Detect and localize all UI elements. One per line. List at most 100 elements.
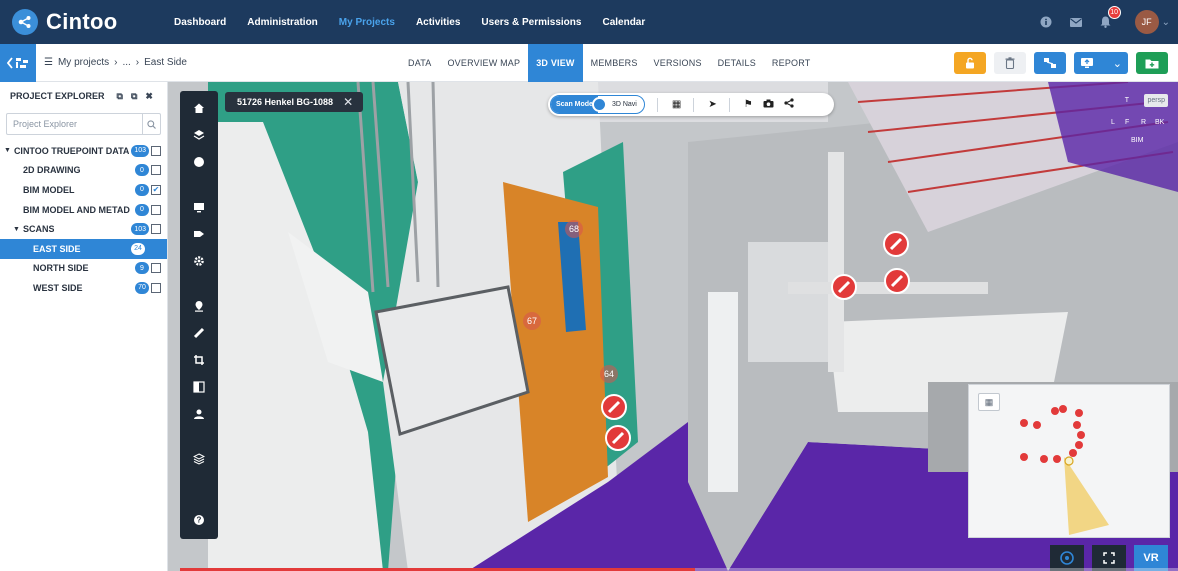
visibility-checkbox[interactable] bbox=[151, 282, 161, 293]
explorer-search-input[interactable]: Project Explorer bbox=[6, 113, 161, 135]
chevron-right-icon: › bbox=[135, 57, 140, 68]
caret-down-icon[interactable]: ▼ bbox=[13, 226, 20, 233]
view-back-button[interactable]: BK bbox=[1152, 116, 1167, 129]
scan-mode-label[interactable]: Scan Mode bbox=[551, 96, 598, 113]
tab-overview-map[interactable]: OVERVIEW MAP bbox=[439, 44, 528, 82]
flashlight-icon[interactable] bbox=[180, 225, 218, 243]
flag-icon[interactable]: ⚑ bbox=[744, 99, 753, 110]
toolbar-divider bbox=[693, 97, 695, 112]
visibility-checkbox[interactable] bbox=[151, 165, 161, 176]
tree-item-scans[interactable]: ▼ SCANS 103 bbox=[0, 219, 167, 239]
home-icon[interactable] bbox=[180, 99, 218, 117]
count-badge: 24 bbox=[131, 242, 145, 255]
annotation-marker[interactable] bbox=[884, 268, 910, 294]
tree-item-label: WEST SIDE bbox=[33, 282, 83, 293]
3d-navi-label[interactable]: 3D Navi bbox=[607, 101, 644, 108]
share-network-button[interactable] bbox=[1034, 52, 1066, 74]
nav-my-projects[interactable]: My Projects bbox=[339, 17, 395, 28]
annotation-marker[interactable] bbox=[831, 274, 857, 300]
minimap[interactable]: ▦ bbox=[968, 384, 1170, 538]
annotation-marker[interactable] bbox=[605, 425, 631, 451]
annotation-marker[interactable] bbox=[601, 394, 627, 420]
view-top-button[interactable]: T bbox=[1122, 94, 1132, 107]
nav-administration[interactable]: Administration bbox=[247, 17, 318, 28]
back-toggle-explorer-button[interactable] bbox=[0, 43, 36, 82]
project-actions: ⌄ bbox=[946, 52, 1168, 74]
info-icon[interactable] bbox=[1039, 15, 1053, 29]
project-toolbar: ☰ My projects › ... › East Side DATA OVE… bbox=[0, 43, 1178, 82]
duplicate-icon[interactable]: ⧉ bbox=[131, 91, 137, 102]
tab-data[interactable]: DATA bbox=[400, 44, 439, 82]
caret-down-icon[interactable]: ▼ bbox=[4, 147, 11, 154]
upload-dropdown-button[interactable]: ⌄ bbox=[1074, 52, 1128, 74]
perspective-toggle[interactable]: persp bbox=[1144, 94, 1168, 107]
tree-item-2d-drawing[interactable]: 2D DRAWING 0 bbox=[0, 161, 167, 181]
tree-item-west-side[interactable]: WEST SIDE 70 bbox=[0, 278, 167, 298]
main-nav: Dashboard Administration My Projects Act… bbox=[174, 17, 666, 28]
tab-versions[interactable]: VERSIONS bbox=[646, 44, 710, 82]
tree-item-bim-model-and-metadata[interactable]: BIM MODEL AND METAD 0 bbox=[0, 200, 167, 220]
unlock-button[interactable] bbox=[954, 52, 986, 74]
close-icon[interactable]: ✖ bbox=[145, 91, 153, 102]
cursor-select-icon[interactable]: ➤ bbox=[708, 99, 716, 110]
mail-icon[interactable] bbox=[1069, 15, 1083, 29]
location-pin-icon[interactable] bbox=[180, 297, 218, 315]
active-scan-chip: 51726 Henkel BG-1088 ✕ bbox=[225, 92, 364, 112]
measure-ruler-icon[interactable] bbox=[180, 324, 218, 342]
close-icon[interactable]: ✕ bbox=[343, 95, 353, 109]
view-front-button[interactable]: F bbox=[1122, 116, 1132, 129]
user-viewpoint-icon[interactable] bbox=[180, 405, 218, 423]
tree-item-north-side[interactable]: NORTH SIDE 9 bbox=[0, 259, 167, 279]
screen-icon[interactable] bbox=[180, 198, 218, 216]
visibility-checkbox[interactable] bbox=[151, 145, 161, 156]
view-right-button[interactable]: R bbox=[1138, 116, 1149, 129]
visibility-checkbox[interactable] bbox=[151, 204, 161, 215]
scan-marker-68: 68 bbox=[569, 224, 579, 234]
visibility-checkbox-checked[interactable]: ✔ bbox=[151, 184, 161, 195]
tree-item-bim-model[interactable]: BIM MODEL 0 ✔ bbox=[0, 180, 167, 200]
copy-icon[interactable]: ⧉ bbox=[117, 91, 123, 102]
stack-layers-icon[interactable] bbox=[180, 450, 218, 468]
nav-calendar[interactable]: Calendar bbox=[602, 17, 645, 28]
notifications-bell-icon[interactable]: 10 bbox=[1099, 6, 1121, 29]
view-left-button[interactable]: L bbox=[1108, 116, 1118, 129]
chevron-down-icon[interactable]: ⌄ bbox=[1162, 17, 1170, 28]
menu-lines-icon[interactable]: ☰ bbox=[44, 57, 53, 68]
sphere-view-icon[interactable] bbox=[180, 153, 218, 171]
breadcrumb-root[interactable]: My projects bbox=[58, 57, 109, 68]
crop-icon[interactable] bbox=[180, 351, 218, 369]
settings-gear-icon[interactable] bbox=[180, 252, 218, 270]
tree-item-cintoo-truepoint-data[interactable]: ▼ CINTOO TRUEPOINT DATA 103 bbox=[0, 141, 167, 161]
mode-toggle[interactable]: Scan Mode 3D Navi bbox=[550, 95, 645, 114]
nav-activities[interactable]: Activities bbox=[416, 17, 460, 28]
cintoo-logo[interactable]: Cintoo bbox=[12, 9, 162, 35]
share-icon[interactable] bbox=[784, 98, 794, 111]
visibility-checkbox[interactable] bbox=[151, 263, 161, 274]
grid-view-icon[interactable]: ▦ bbox=[672, 99, 681, 110]
tab-details[interactable]: DETAILS bbox=[710, 44, 764, 82]
notification-count-badge: 10 bbox=[1107, 6, 1121, 19]
layers-icon[interactable] bbox=[180, 126, 218, 144]
search-icon[interactable] bbox=[142, 114, 160, 134]
compare-icon[interactable] bbox=[180, 378, 218, 396]
count-badge: 70 bbox=[135, 281, 149, 294]
explorer-title: PROJECT EXPLORER bbox=[10, 91, 105, 101]
viewer-toolbar: Scan Mode 3D Navi ▦ ➤ ⚑ bbox=[548, 93, 834, 116]
delete-button[interactable] bbox=[994, 52, 1026, 74]
annotation-marker[interactable] bbox=[883, 231, 909, 257]
visibility-checkbox[interactable] bbox=[151, 224, 161, 235]
tab-report[interactable]: REPORT bbox=[764, 44, 819, 82]
help-icon[interactable]: ? bbox=[180, 511, 218, 529]
user-avatar[interactable]: JF bbox=[1134, 10, 1159, 34]
nav-users-permissions[interactable]: Users & Permissions bbox=[481, 17, 581, 28]
toolbar-divider bbox=[728, 97, 730, 112]
tab-3d-view[interactable]: 3D VIEW bbox=[528, 44, 583, 82]
3d-viewport[interactable]: 68 67 64 ? 51726 Henkel BG-1088 ✕ Scan M… bbox=[168, 82, 1178, 571]
nav-dashboard[interactable]: Dashboard bbox=[174, 17, 226, 28]
view-bim-button[interactable]: BIM bbox=[1128, 134, 1146, 147]
camera-icon[interactable] bbox=[763, 99, 774, 111]
tab-members[interactable]: MEMBERS bbox=[583, 44, 646, 82]
add-folder-button[interactable] bbox=[1136, 52, 1168, 74]
breadcrumb-ellipsis[interactable]: ... bbox=[122, 57, 130, 68]
tree-item-east-side[interactable]: EAST SIDE 24 bbox=[0, 238, 167, 259]
